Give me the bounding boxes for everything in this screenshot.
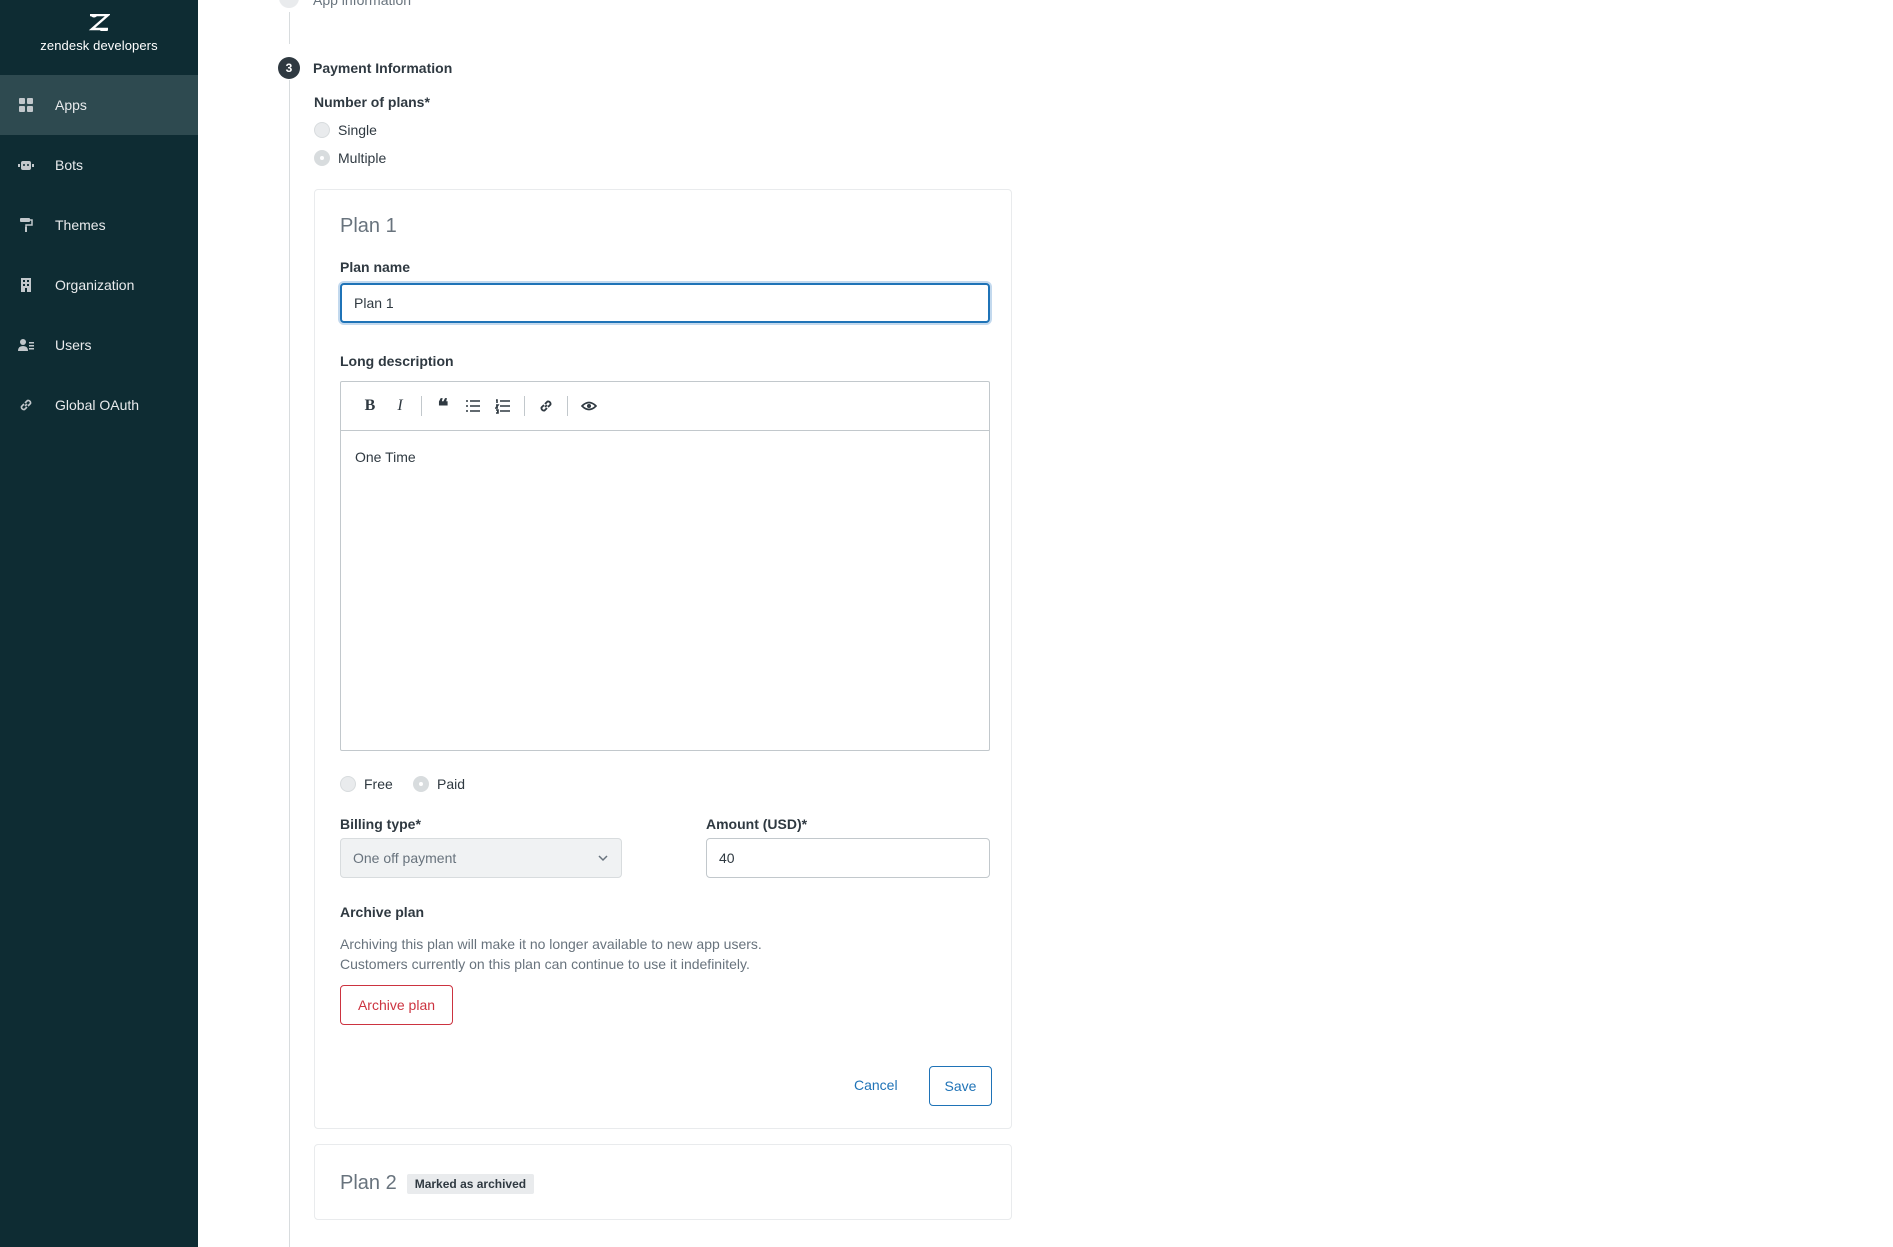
- plan-card[interactable]: Plan 2 Marked as archived: [314, 1144, 1012, 1220]
- bold-icon[interactable]: B: [355, 392, 385, 420]
- radio-label: Multiple: [338, 150, 387, 166]
- sidebar-item-label: Apps: [55, 97, 87, 113]
- chevron-down-icon: [598, 855, 608, 862]
- number-of-plans-label: Number of plans*: [314, 94, 430, 110]
- save-button[interactable]: Save: [929, 1066, 992, 1106]
- radio-circle[interactable]: [340, 776, 356, 792]
- pricing-radio-free[interactable]: Free: [340, 776, 393, 792]
- sidebar: zendesk developers Apps Bots Themes Orga…: [0, 0, 198, 1247]
- quote-icon[interactable]: ❝: [428, 392, 458, 420]
- step-indicator-prev: [279, 0, 299, 8]
- plans-radio-multiple[interactable]: Multiple: [314, 150, 386, 166]
- plan-name-label: Plan name: [340, 259, 411, 275]
- italic-icon[interactable]: I: [385, 392, 415, 420]
- link-icon: [18, 397, 34, 413]
- editor-toolbar: B I ❝: [341, 382, 989, 431]
- amount-input[interactable]: 40: [706, 838, 990, 878]
- sidebar-item-label: Themes: [55, 217, 106, 233]
- plan-name-input[interactable]: Plan 1: [340, 283, 990, 323]
- sidebar-item-organization[interactable]: Organization: [0, 255, 198, 315]
- radio-label: Single: [338, 122, 377, 138]
- plan-title: Plan 1: [340, 215, 397, 237]
- billing-type-label: Billing type*: [340, 816, 421, 832]
- brand[interactable]: zendesk developers: [0, 14, 198, 53]
- description-textarea[interactable]: One Time: [341, 431, 989, 483]
- toolbar-divider: [421, 396, 422, 416]
- brand-name: zendesk developers: [40, 38, 158, 53]
- stepper-line: [289, 80, 290, 1247]
- numbered-list-icon[interactable]: [488, 392, 518, 420]
- plan-card: Plan 1 Plan name Plan 1 Long description…: [314, 189, 1012, 1129]
- link-icon[interactable]: [531, 392, 561, 420]
- bot-icon: [18, 157, 34, 173]
- step-number: 3: [278, 57, 300, 79]
- description-editor: B I ❝ One Time: [340, 381, 990, 751]
- paint-roller-icon: [18, 217, 34, 233]
- grid-icon: [18, 97, 34, 113]
- sidebar-item-label: Organization: [55, 277, 135, 293]
- main-content: App information 3 Payment Information Nu…: [198, 0, 1893, 1247]
- sidebar-item-themes[interactable]: Themes: [0, 195, 198, 255]
- sidebar-item-global-oauth[interactable]: Global OAuth: [0, 375, 198, 435]
- pricing-radio-paid[interactable]: Paid: [413, 776, 465, 792]
- radio-label: Free: [364, 776, 393, 792]
- radio-label: Paid: [437, 776, 466, 792]
- plan-title-text: Plan 2: [340, 1172, 397, 1194]
- sidebar-item-label: Users: [55, 337, 92, 353]
- sidebar-nav: Apps Bots Themes Organization Users Glob…: [0, 75, 198, 435]
- long-description-label: Long description: [340, 353, 454, 369]
- sidebar-item-apps[interactable]: Apps: [0, 75, 198, 135]
- cancel-button[interactable]: Cancel: [854, 1077, 898, 1093]
- archive-plan-label: Archive plan: [340, 904, 425, 920]
- amount-label: Amount (USD)*: [706, 816, 808, 832]
- stepper-line: [289, 12, 290, 44]
- archive-help-text-2: Customers currently on this plan can con…: [340, 956, 750, 972]
- radio-circle[interactable]: [413, 776, 429, 792]
- step-title: Payment Information: [313, 60, 453, 76]
- plans-radio-single[interactable]: Single: [314, 122, 377, 138]
- preview-eye-icon[interactable]: [574, 392, 604, 420]
- billing-type-value: One off payment: [353, 850, 457, 866]
- archived-badge: Marked as archived: [406, 1173, 535, 1194]
- zendesk-logo-icon: [88, 14, 110, 31]
- building-icon: [18, 277, 34, 293]
- toolbar-divider: [524, 396, 525, 416]
- billing-type-select[interactable]: One off payment: [340, 838, 622, 878]
- sidebar-item-label: Global OAuth: [55, 397, 140, 413]
- toolbar-divider: [567, 396, 568, 416]
- radio-circle[interactable]: [314, 150, 330, 166]
- bullet-list-icon[interactable]: [458, 392, 488, 420]
- users-icon: [18, 337, 34, 353]
- radio-circle[interactable]: [314, 122, 330, 138]
- sidebar-item-bots[interactable]: Bots: [0, 135, 198, 195]
- archive-plan-button[interactable]: Archive plan: [340, 985, 453, 1025]
- plan-title: Plan 2 Marked as archived: [340, 1172, 535, 1195]
- step-title-prev: App information: [313, 0, 412, 8]
- sidebar-item-users[interactable]: Users: [0, 315, 198, 375]
- archive-help-text-1: Archiving this plan will make it no long…: [340, 936, 762, 952]
- sidebar-item-label: Bots: [55, 157, 84, 173]
